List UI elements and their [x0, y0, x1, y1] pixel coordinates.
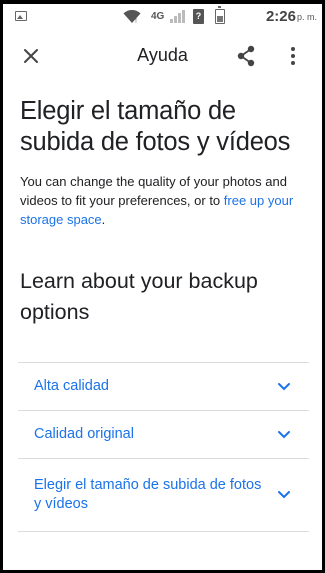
network-type: 4G [151, 11, 165, 22]
article-content: Elegir el tamaño de subida de fotos y ví… [20, 96, 310, 328]
intro-end: . [101, 212, 106, 227]
backup-options-accordion: Alta calidad Calidad original Elegir el … [18, 362, 309, 532]
chevron-down-icon [278, 491, 290, 499]
more-vert-icon [291, 47, 295, 65]
sim-icon: ? [193, 9, 204, 24]
share-icon [237, 45, 255, 67]
clock-ampm: p. m. [296, 12, 317, 22]
chevron-down-icon [278, 430, 290, 438]
accordion-item-label: Calidad original [34, 426, 134, 442]
intro-paragraph: You can change the quality of your photo… [20, 172, 310, 229]
accordion-item-calidad-original[interactable]: Calidad original [18, 411, 309, 459]
clock: 2:26 [265, 8, 296, 25]
status-bar: ! 4G ? 2:26 p. m. [3, 4, 322, 30]
section-title: Learn about your backup options [20, 269, 258, 324]
chevron-down-icon [278, 382, 290, 390]
accordion-item-label: Elegir el tamaño de subida de fotos y ví… [34, 477, 262, 512]
article-title: Elegir el tamaño de subida de fotos y ví… [20, 97, 291, 156]
phone-screen: ! 4G ? 2:26 p. m. Ayuda Elegir el tamaño… [3, 4, 322, 570]
gallery-notification-icon [15, 11, 27, 21]
share-button[interactable] [232, 42, 260, 70]
accordion-item-alta-calidad[interactable]: Alta calidad [18, 363, 309, 411]
signal-icon [170, 10, 185, 23]
accordion-item-label: Alta calidad [34, 378, 109, 394]
app-bar: Ayuda [3, 30, 322, 82]
app-title: Ayuda [137, 45, 188, 65]
wifi-icon: ! [123, 10, 141, 24]
more-options-button[interactable] [279, 42, 307, 70]
accordion-item-elegir-tamano[interactable]: Elegir el tamaño de subida de fotos y ví… [18, 459, 309, 532]
svg-text:!: ! [135, 18, 137, 24]
battery-icon [215, 6, 225, 24]
